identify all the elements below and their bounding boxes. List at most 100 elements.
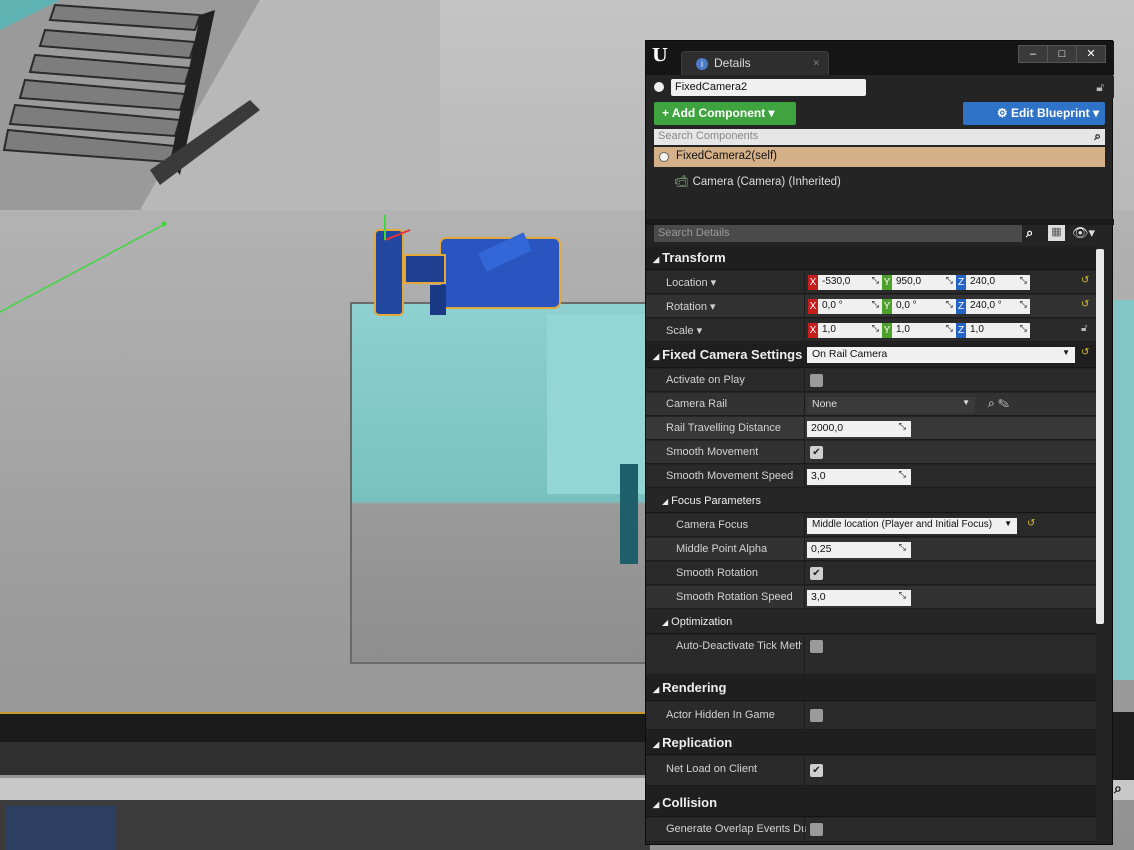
property-label: Smooth Rotation Speed <box>676 591 793 603</box>
category-title: Rendering <box>662 680 727 695</box>
close-button[interactable]: ✕ <box>1077 46 1105 62</box>
property-label: Activate on Play <box>666 374 745 386</box>
smooth-rotation-checkbox[interactable]: ✔ <box>810 567 823 580</box>
activate-on-play-checkbox[interactable] <box>810 374 823 387</box>
collapse-arrow-icon: ◢ <box>653 352 660 361</box>
camera-focus-dropdown[interactable]: Middle location (Player and Initial Focu… <box>807 518 1017 534</box>
search-details-input[interactable]: Search Details <box>654 225 1022 242</box>
property-middle-point-alpha: Middle Point Alpha 0,25 ⤡ <box>646 538 1096 561</box>
reset-to-default-icon[interactable]: ↺ <box>1081 275 1089 286</box>
content-search-bar[interactable] <box>0 778 650 800</box>
collapse-arrow-icon: ◢ <box>653 685 660 694</box>
property-label: Smooth Movement Speed <box>666 470 794 482</box>
property-label: Smooth Movement <box>666 446 759 458</box>
camera-actor-model[interactable] <box>370 210 570 320</box>
property-label: Auto-Deactivate Tick Metho <box>676 640 802 652</box>
category-fixed-camera-settings[interactable]: ◢ Fixed Camera Settings On Rail Camera ▼ ↺ <box>646 343 1096 368</box>
collapse-arrow-icon: ◢ <box>653 255 660 264</box>
scale-z-field[interactable]: 1,0 ⤡ <box>966 323 1030 338</box>
category-rendering[interactable]: ◢ Rendering <box>646 676 1096 701</box>
edit-blueprint-label: Edit Blueprint <box>1010 106 1090 120</box>
property-net-load-on-client: Net Load on Client ✔ <box>646 756 1096 786</box>
unreal-logo-icon: U <box>652 45 668 66</box>
search-icon: ⌕ <box>1094 129 1101 143</box>
minimize-button[interactable]: – <box>1019 46 1048 62</box>
eye-icon[interactable]: 👁︎▾ <box>1072 225 1095 241</box>
smooth-rotation-speed-field[interactable]: 3,0 ⤡ <box>807 590 911 606</box>
rotation-y-field[interactable]: 0,0 ° ⤡ <box>892 299 956 314</box>
smooth-movement-checkbox[interactable]: ✔ <box>810 446 823 459</box>
component-item-self[interactable]: FixedCamera2(self) <box>654 147 1105 167</box>
staircase <box>0 0 440 210</box>
camera-mode-dropdown[interactable]: On Rail Camera ▼ <box>807 347 1075 363</box>
gears-icon: ⚙ <box>996 106 1011 120</box>
eyedropper-icon[interactable]: ✎ <box>998 396 1009 410</box>
location-x-field[interactable]: -530,0 ⤡ <box>818 275 882 290</box>
property-label: Generate Overlap Events Durin <box>666 823 806 835</box>
middle-point-alpha-field[interactable]: 0,25 ⤡ <box>807 542 911 558</box>
reset-to-default-icon[interactable]: ↺ <box>1081 347 1089 358</box>
asset-thumbnail[interactable] <box>5 806 115 850</box>
property-rail-travelling-distance: Rail Travelling Distance 2000,0 ⤡ <box>646 417 1096 440</box>
add-component-button[interactable]: + Add Component ▾ <box>654 102 796 125</box>
scale-y-field[interactable]: 1,0 ⤡ <box>892 323 956 338</box>
property-activate-on-play: Activate on Play <box>646 369 1096 392</box>
component-label: FixedCamera2(self) <box>676 150 777 162</box>
reset-to-default-icon[interactable]: ↺ <box>1027 518 1035 529</box>
actor-name-input[interactable]: FixedCamera2 <box>671 79 866 96</box>
category-title: Collision <box>662 795 718 810</box>
property-label: Location ▾ <box>666 277 717 289</box>
property-label: Net Load on Client <box>666 763 758 775</box>
rail-distance-field[interactable]: 2000,0 ⤡ <box>807 421 911 437</box>
panel-titlebar: U i Details ✕ – □ ✕ <box>646 41 1114 75</box>
camera-rail-picker[interactable]: None ▼ <box>807 397 975 413</box>
rotation-z-field[interactable]: 240,0 ° ⤡ <box>966 299 1030 314</box>
category-collision[interactable]: ◢ Collision <box>646 787 1096 817</box>
tab-details-label: Details <box>714 56 751 70</box>
tab-close-icon[interactable]: ✕ <box>812 58 820 69</box>
location-z-field[interactable]: 240,0 ⤡ <box>966 275 1030 290</box>
auto-deactivate-checkbox[interactable] <box>810 640 823 653</box>
category-optimization[interactable]: ◢ Optimization <box>646 610 1096 634</box>
location-vector: X -530,0 ⤡ Y 950,0 ⤡ Z 240,0 ⤡ <box>808 275 1030 290</box>
property-matrix-icon[interactable]: ▦ <box>1048 225 1065 241</box>
component-item-camera[interactable]: 📹︎ Camera (Camera) (Inherited) <box>674 174 841 188</box>
property-smooth-rotation: Smooth Rotation ✔ <box>646 562 1096 585</box>
browse-icon[interactable]: ⌕ <box>988 396 995 410</box>
smooth-movement-speed-field[interactable]: 3,0 ⤡ <box>807 469 911 485</box>
rotation-x-field[interactable]: 0,0 ° ⤡ <box>818 299 882 314</box>
actor-name-row: FixedCamera2 🔓︎ <box>646 76 1114 98</box>
search-components-input[interactable]: Search Components ⌕ <box>654 129 1105 145</box>
lock-icon[interactable]: 🔓︎ <box>1096 80 1104 95</box>
actor-hidden-checkbox[interactable] <box>810 709 823 722</box>
scale-vector: X 1,0 ⤡ Y 1,0 ⤡ Z 1,0 ⤡ <box>808 323 1030 338</box>
edit-blueprint-button[interactable]: ⚙ Edit Blueprint ▾ <box>963 102 1105 125</box>
property-smooth-movement-speed: Smooth Movement Speed 3,0 ⤡ <box>646 465 1096 488</box>
rotation-vector: X 0,0 ° ⤡ Y 0,0 ° ⤡ Z 240,0 ° ⤡ <box>808 299 1030 314</box>
rail-actions: ⌕ ✎ <box>988 396 1009 411</box>
property-generate-overlap-events: Generate Overlap Events Durin <box>646 818 1096 842</box>
property-location: Location ▾ X -530,0 ⤡ Y 950,0 ⤡ Z 240,0 ⤡ ↺ <box>646 271 1096 294</box>
category-focus-parameters[interactable]: ◢ Focus Parameters <box>646 489 1096 513</box>
add-component-label: + Add Component <box>662 106 766 120</box>
property-actor-hidden-in-game: Actor Hidden In Game <box>646 702 1096 730</box>
location-y-field[interactable]: 950,0 ⤡ <box>892 275 956 290</box>
property-label: Camera Rail <box>666 398 728 410</box>
property-smooth-movement: Smooth Movement ✔ <box>646 441 1096 464</box>
lock-icon[interactable]: 🔓︎ <box>1081 323 1087 334</box>
tab-details[interactable]: i Details ✕ <box>681 51 829 75</box>
category-replication[interactable]: ◢ Replication <box>646 731 1096 755</box>
overlap-events-checkbox[interactable] <box>810 823 823 836</box>
property-camera-rail: Camera Rail None ▼ ⌕ ✎ <box>646 393 1096 416</box>
maximize-button[interactable]: □ <box>1048 46 1077 62</box>
details-view-options: ⌕ ▦ 👁︎▾ <box>1026 225 1111 242</box>
property-auto-deactivate-tick: Auto-Deactivate Tick Metho <box>646 635 1096 675</box>
category-transform[interactable]: ◢ Transform <box>646 246 1096 270</box>
collapse-arrow-icon: ◢ <box>653 740 660 749</box>
collapse-arrow-icon: ◢ <box>653 800 660 809</box>
net-load-checkbox[interactable]: ✔ <box>810 764 823 777</box>
chevron-down-icon: ▼ <box>1062 348 1070 357</box>
scale-x-field[interactable]: 1,0 ⤡ <box>818 323 882 338</box>
reset-to-default-icon[interactable]: ↺ <box>1081 299 1089 310</box>
search-icon: ⌕ <box>1114 780 1122 796</box>
